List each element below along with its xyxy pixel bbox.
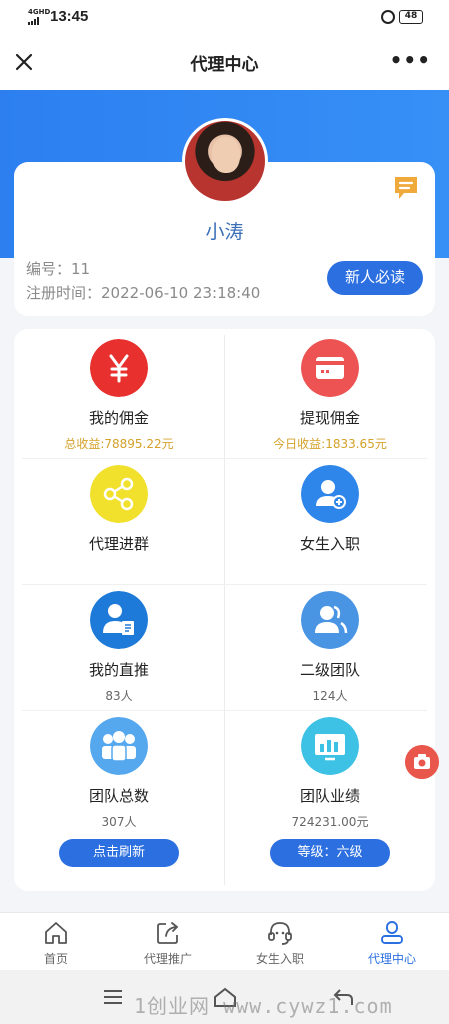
grid-item-sub: 724231.00元 <box>291 815 369 829</box>
register-time-label: 注册时间： <box>26 284 102 302</box>
add-user-icon <box>301 465 359 523</box>
avatar-face <box>212 137 240 173</box>
home-icon <box>45 922 67 944</box>
grid-item-label: 我的直推 <box>88 661 149 679</box>
username: 小涛 <box>205 221 244 243</box>
newbie-guide-button[interactable]: 新人必读 <box>327 261 423 295</box>
menu-icon[interactable] <box>102 989 124 1005</box>
grid-item-withdraw-commission[interactable]: 提现佣金 今日收益:1833.65元 <box>225 333 435 459</box>
grid-item-label: 团队业绩 <box>299 787 360 805</box>
team-icon <box>90 717 148 775</box>
grid-item-label: 提现佣金 <box>299 409 360 427</box>
card-icon <box>301 339 359 397</box>
camera-icon[interactable] <box>405 745 439 779</box>
avatar[interactable] <box>182 118 268 204</box>
member-id-label: 编号： <box>26 260 72 278</box>
tab-agent-center[interactable]: 代理中心 <box>336 913 448 971</box>
member-id: 编号：11 <box>26 258 90 279</box>
status-bar: 4GHD 13:45 48 <box>0 0 449 34</box>
users-icon <box>301 591 359 649</box>
headset-icon <box>268 922 292 945</box>
feature-grid: 我的佣金 总收益:78895.22元 提现佣金 今日收益:1833.65元 代理… <box>14 329 435 891</box>
tab-bar: 首页 代理推广 女生入职 代理中心 <box>0 912 449 970</box>
member-id-value: 11 <box>71 260 91 278</box>
level-button[interactable]: 等级：六级 <box>270 839 390 867</box>
grid-item-team-performance[interactable]: 团队业绩 724231.00元 <box>225 711 435 837</box>
tab-label: 首页 <box>43 952 68 966</box>
tab-label: 女生入职 <box>255 952 304 966</box>
grid-item-sub: 总收益:78895.22元 <box>64 437 174 451</box>
grid-item-join-group[interactable]: 代理进群 <box>14 459 224 585</box>
alarm-icon <box>381 10 395 24</box>
grid-item-label: 女生入职 <box>299 535 360 553</box>
grid-item-sub: 今日收益:1833.65元 <box>273 437 387 451</box>
yen-icon <box>90 339 148 397</box>
grid-item-sub: 307人 <box>101 815 137 829</box>
clock: 13:45 <box>50 8 89 25</box>
grid-item-team-total[interactable]: 团队总数 307人 <box>14 711 224 837</box>
nav-bar: 代理中心 ••• <box>0 34 449 90</box>
message-icon[interactable] <box>392 174 420 202</box>
watermark: 1创业网 www.cywz1.com <box>134 994 393 1018</box>
tab-label: 代理推广 <box>143 952 192 966</box>
tab-home[interactable]: 首页 <box>0 913 112 971</box>
grid-item-sub: 83人 <box>105 689 133 703</box>
tab-girl-onboard[interactable]: 女生入职 <box>224 913 336 971</box>
register-time: 注册时间：2022-06-10 23:18:40 <box>26 282 260 303</box>
page-title: 代理中心 <box>190 55 259 75</box>
battery-indicator: 48 <box>399 10 423 24</box>
network-type: 4GHD <box>28 8 51 16</box>
grid-item-second-team[interactable]: 二级团队 124人 <box>225 585 435 711</box>
grid-item-label: 团队总数 <box>88 787 149 805</box>
share-icon <box>90 465 148 523</box>
grid-item-direct-referrals[interactable]: 我的直推 83人 <box>14 585 224 711</box>
signal-icon <box>28 17 42 25</box>
grid-item-label: 二级团队 <box>299 661 360 679</box>
grid-item-sub: 124人 <box>312 689 348 703</box>
person-icon <box>381 921 403 944</box>
user-doc-icon <box>90 591 148 649</box>
grid-item-girl-onboard[interactable]: 女生入职 <box>225 459 435 585</box>
grid-item-label: 代理进群 <box>88 535 149 553</box>
more-icon[interactable]: ••• <box>390 48 431 72</box>
register-time-value: 2022-06-10 23:18:40 <box>101 284 261 302</box>
tab-agent-promotion[interactable]: 代理推广 <box>112 913 224 971</box>
refresh-button[interactable]: 点击刷新 <box>59 839 179 867</box>
share-box-icon <box>157 922 179 944</box>
tab-label: 代理中心 <box>367 952 416 966</box>
grid-item-label: 我的佣金 <box>88 409 149 427</box>
grid-item-my-commission[interactable]: 我的佣金 总收益:78895.22元 <box>14 333 224 459</box>
chart-screen-icon <box>301 717 359 775</box>
